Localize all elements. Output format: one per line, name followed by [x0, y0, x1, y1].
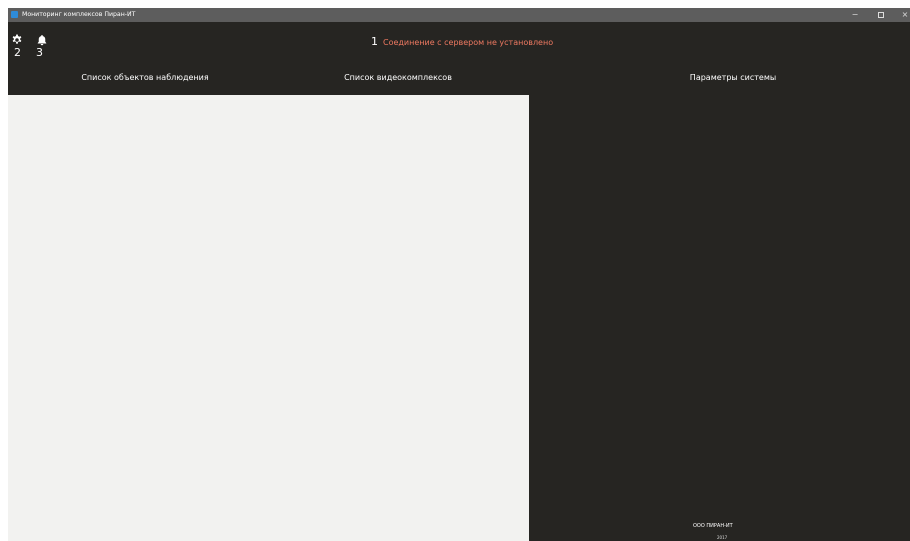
app-header: 2 3 1 Соединение с сервером не установле… — [8, 22, 910, 95]
window-title: Мониторинг комплексов Пиран-ИТ — [22, 11, 136, 18]
tab-system-parameters[interactable]: Параметры системы — [690, 72, 776, 84]
connection-count: 1 — [371, 35, 378, 48]
tab-observation-objects[interactable]: Список объектов наблюдения — [81, 72, 208, 84]
tab-video-complexes[interactable]: Список видеокомплексов — [344, 72, 452, 84]
maximize-icon — [878, 11, 884, 18]
bell-icon[interactable] — [36, 34, 48, 46]
gear-icon[interactable] — [11, 34, 23, 46]
footer-company: ООО ПИРАН-ИТ — [693, 523, 733, 529]
minimize-button[interactable]: − — [844, 8, 866, 22]
title-bar[interactable]: Мониторинг комплексов Пиран-ИТ − × — [8, 8, 910, 22]
notifications-badge: 3 — [36, 46, 43, 59]
settings-badge: 2 — [14, 46, 21, 59]
maximize-button[interactable] — [870, 8, 892, 22]
close-button[interactable]: × — [894, 8, 910, 22]
app-window: Мониторинг комплексов Пиран-ИТ − × 2 3 1… — [0, 0, 910, 541]
side-panel: ООО ПИРАН-ИТ 2017 — [529, 95, 910, 541]
window-edge — [0, 0, 8, 541]
footer-year: 2017 — [717, 535, 728, 540]
connection-status: Соединение с сервером не установлено — [383, 38, 554, 47]
app-icon — [11, 11, 18, 18]
content-panel — [8, 95, 529, 541]
